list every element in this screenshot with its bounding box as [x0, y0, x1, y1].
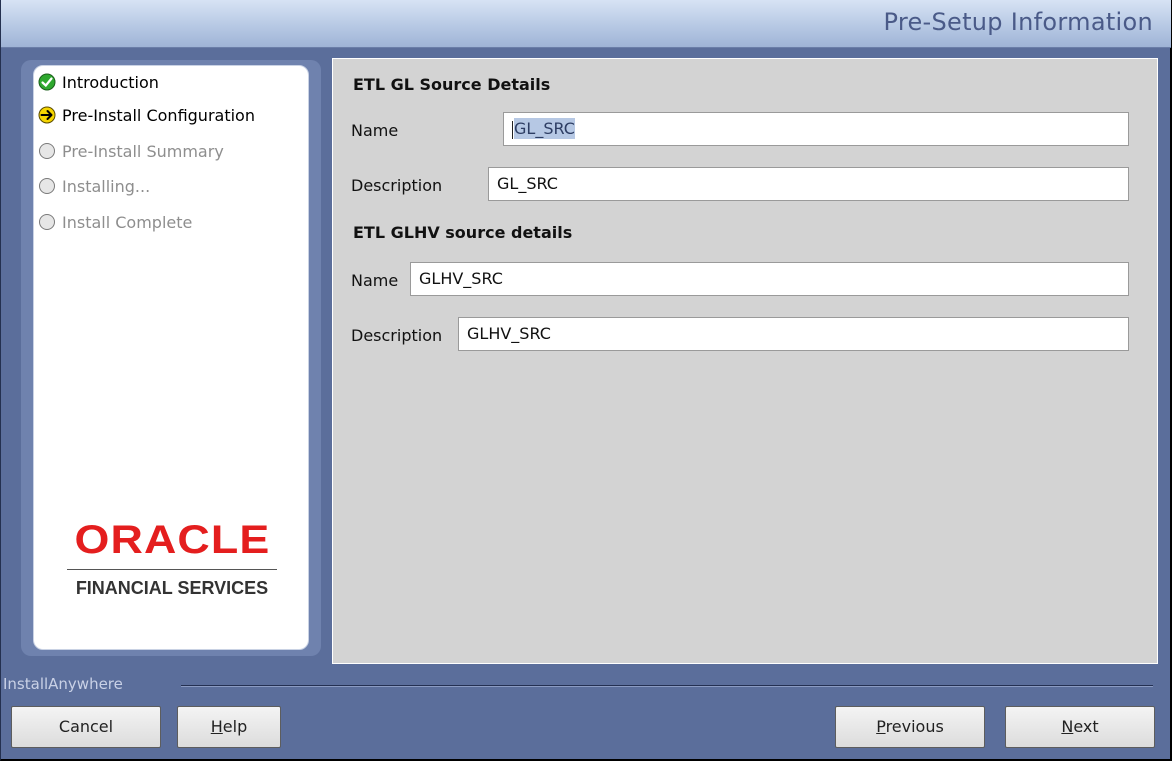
cancel-button[interactable]: Cancel	[11, 706, 161, 748]
glhv-description-field[interactable]: GLHV_SRC	[458, 317, 1129, 351]
step-install-complete: Install Complete	[38, 209, 192, 235]
arrow-circle-icon	[38, 106, 56, 124]
glhv-section-heading: ETL GLHV source details	[353, 223, 573, 242]
step-introduction: Introduction	[38, 69, 159, 95]
form-panel: ETL GL Source Details Name GL_SRC Descri…	[332, 58, 1158, 664]
gl-section-heading: ETL GL Source Details	[353, 75, 551, 94]
step-label: Install Complete	[62, 212, 193, 232]
next-rest: ext	[1073, 717, 1099, 736]
check-circle-icon	[38, 73, 56, 91]
step-installing: Installing...	[38, 173, 150, 199]
help-mnemonic: H	[210, 717, 223, 736]
gl-name-value: GL_SRC	[514, 118, 575, 139]
next-mnemonic: N	[1061, 717, 1074, 736]
installanywhere-label: InstallAnywhere	[3, 675, 123, 693]
next-button[interactable]: Next	[1005, 706, 1155, 748]
installer-window: Pre-Setup Information Introduction Pre-I…	[0, 0, 1172, 761]
step-label: Pre-Install Configuration	[62, 105, 255, 125]
oracle-logo: ORACLE FINANCIAL SERVICES	[34, 518, 310, 599]
footer-divider	[181, 685, 1153, 686]
empty-circle-icon	[39, 178, 55, 194]
previous-mnemonic: P	[876, 717, 886, 736]
gl-name-label: Name	[351, 121, 399, 140]
step-label: Installing...	[62, 176, 151, 196]
steps-sidebar: Introduction Pre-Install Configuration P…	[33, 65, 309, 650]
step-pre-install-configuration: Pre-Install Configuration	[38, 102, 255, 128]
glhv-name-field[interactable]: GLHV_SRC	[410, 262, 1129, 296]
step-pre-install-summary: Pre-Install Summary	[38, 138, 224, 164]
previous-rest: revious	[885, 717, 944, 736]
empty-circle-icon	[39, 214, 55, 230]
help-button[interactable]: Help	[177, 706, 281, 748]
logo-subtitle: FINANCIAL SERVICES	[75, 578, 269, 598]
logo-brand: ORACLE	[74, 518, 270, 562]
gl-description-label: Description	[351, 176, 443, 195]
text-caret	[512, 120, 513, 139]
gl-description-field[interactable]: GL_SRC	[488, 167, 1129, 201]
step-label: Introduction	[62, 72, 159, 92]
step-label: Pre-Install Summary	[62, 141, 224, 161]
help-rest: elp	[222, 717, 248, 736]
title-bar: Pre-Setup Information	[1, 0, 1171, 48]
window-title: Pre-Setup Information	[883, 8, 1153, 36]
gl-name-field[interactable]: GL_SRC	[503, 112, 1129, 146]
empty-circle-icon	[39, 143, 55, 159]
glhv-description-label: Description	[351, 326, 443, 345]
previous-button[interactable]: Previous	[835, 706, 985, 748]
glhv-name-label: Name	[351, 271, 399, 290]
logo-divider	[67, 569, 277, 570]
